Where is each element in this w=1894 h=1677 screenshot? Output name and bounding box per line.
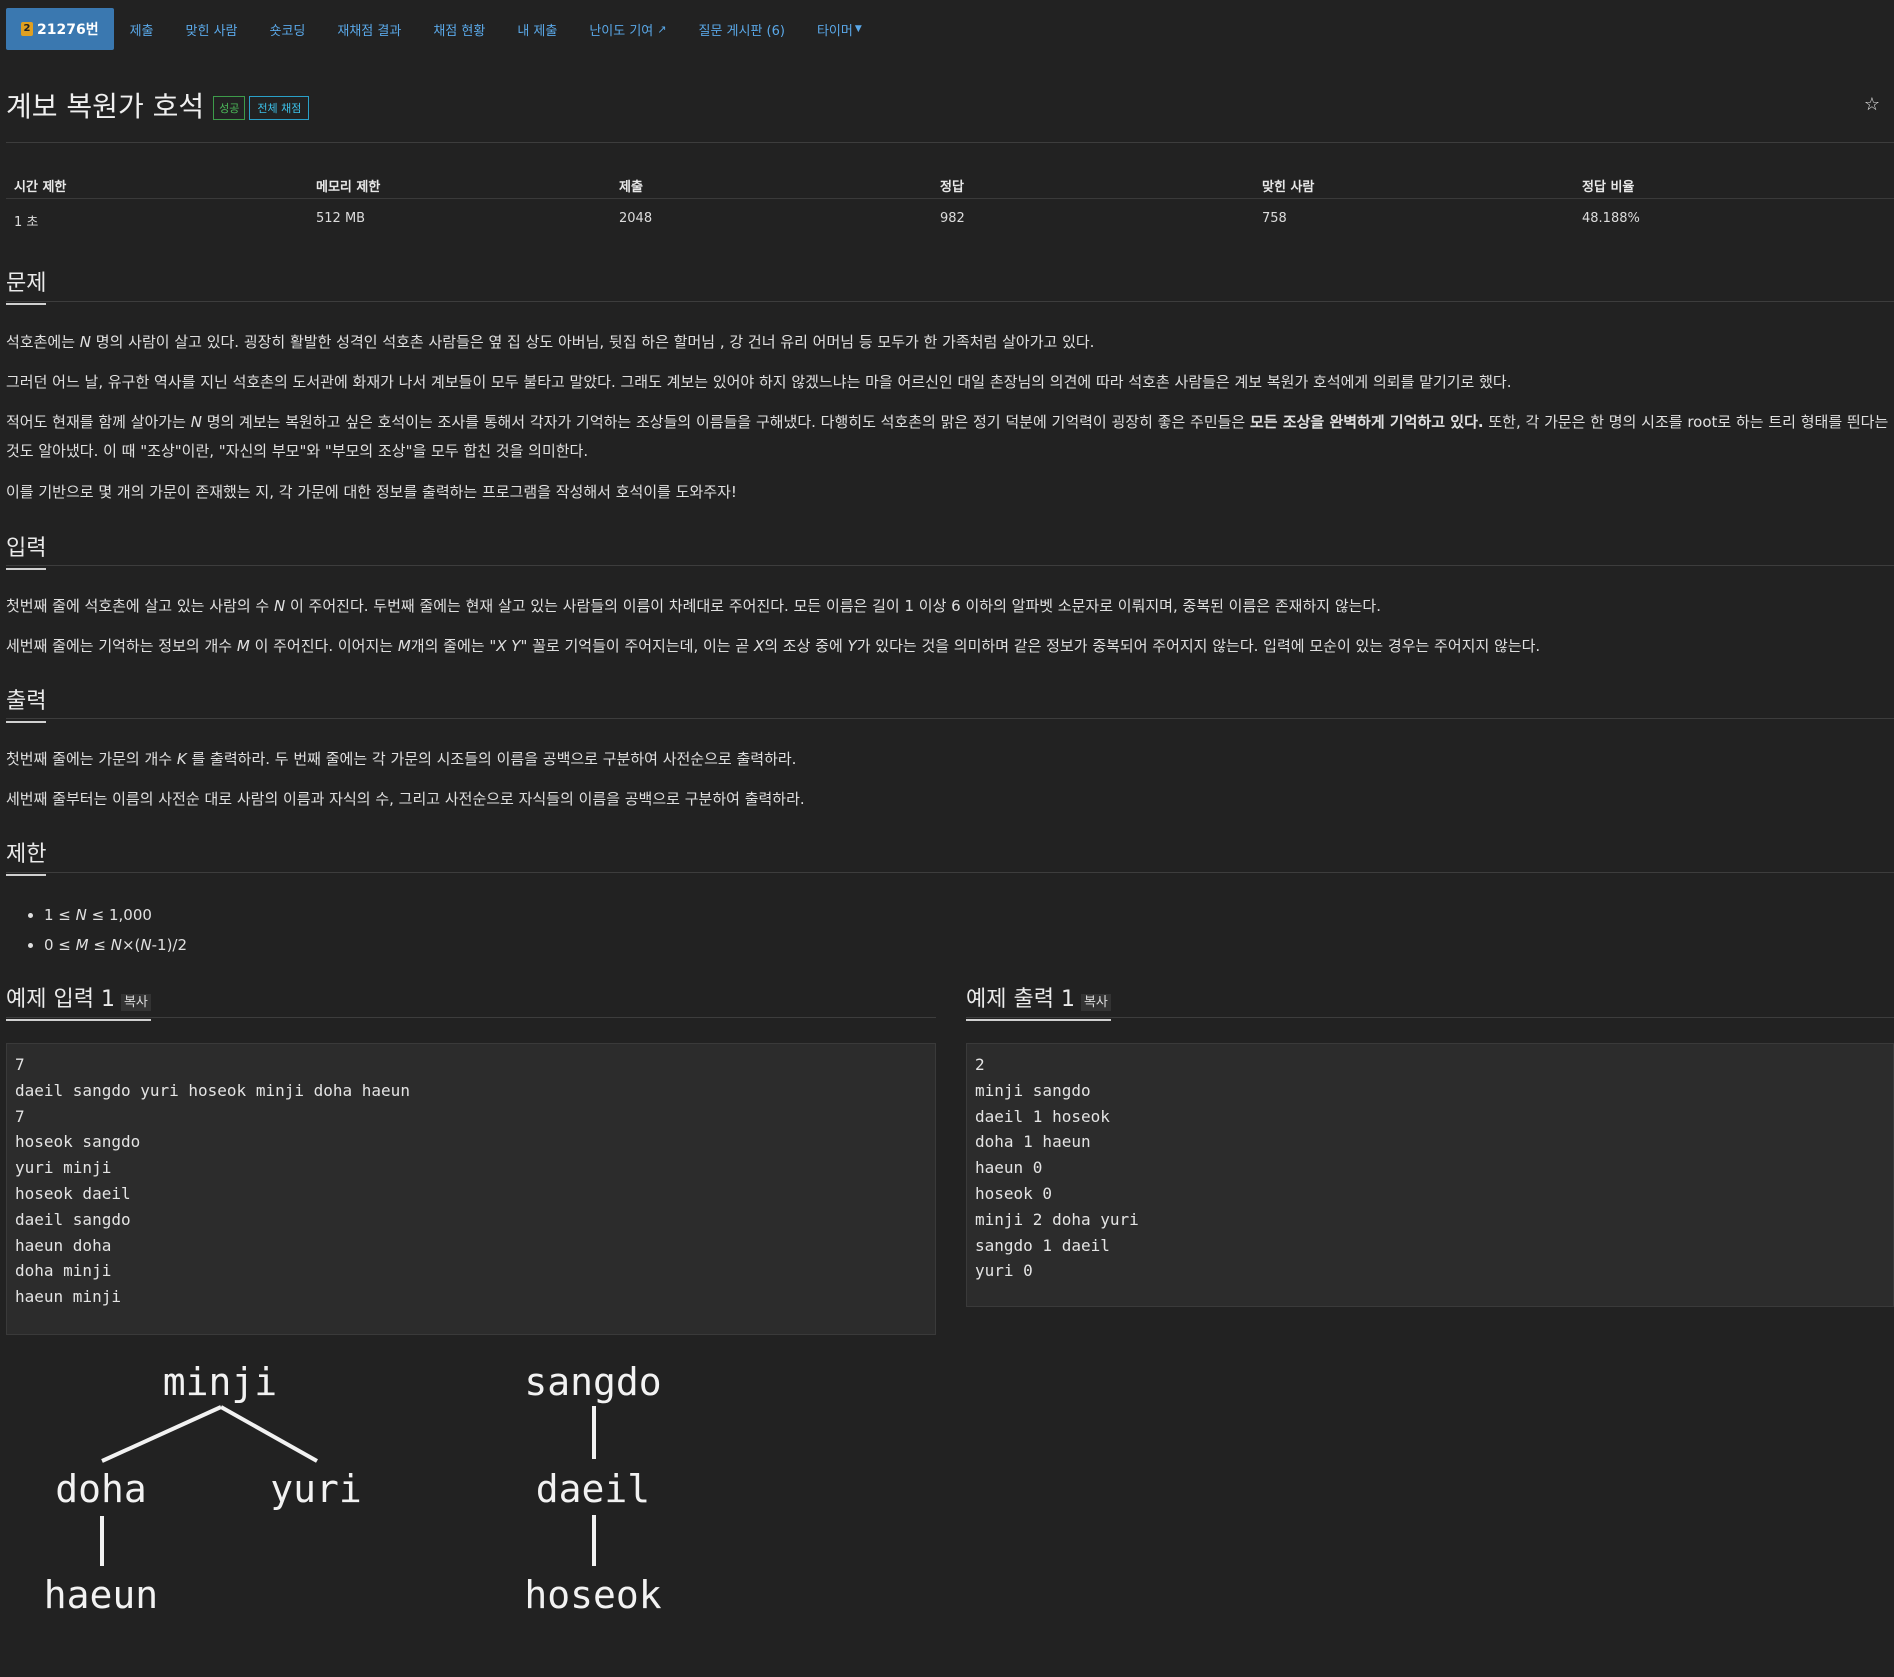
- value-ratio: 48.188%: [1582, 211, 1640, 226]
- section-heading-problem: 문제: [6, 265, 47, 305]
- problem-title-row: 계보 복원가 호석 성공 전체 채점: [6, 85, 310, 125]
- input-paragraph-1: 첫번째 줄에 석호촌에 살고 있는 사람의 수 N 이 주어진다. 두번째 줄에…: [6, 597, 1381, 615]
- value-time-limit: 1 초: [14, 215, 39, 230]
- tree-node-sangdo: sangdo: [524, 1360, 661, 1404]
- copy-sample-output-button[interactable]: 복사: [1080, 994, 1111, 1011]
- nav-rejudge-results[interactable]: 재채점 결과: [321, 8, 417, 50]
- sample-input-block[interactable]: 7 daeil sangdo yuri hoseok minji doha ha…: [6, 1043, 936, 1335]
- list-item: 1 ≤ N ≤ 1,000: [44, 900, 187, 930]
- section-heading-sample-input: 예제 입력 1 복사: [6, 981, 151, 1021]
- divider: [6, 872, 1894, 873]
- star-icon[interactable]: ☆: [1864, 94, 1880, 115]
- nav-difficulty-contrib[interactable]: 난이도 기여 ↗: [573, 8, 682, 50]
- tree-node-daeil: daeil: [536, 1467, 650, 1511]
- tree-node-minji: minji: [163, 1360, 277, 1404]
- tree-edge: [220, 1405, 318, 1463]
- problem-nav: 2 21276번 제출 맞힌 사람 숏코딩 재채점 결과 채점 현황 내 제출 …: [6, 8, 878, 50]
- tree-node-doha: doha: [55, 1467, 147, 1511]
- problem-paragraph-4: 이를 기반으로 몇 개의 가문이 존재했는 지, 각 가문에 대한 정보를 출력…: [6, 483, 737, 501]
- divider: [6, 142, 1894, 143]
- nav-difficulty-contrib-label: 난이도 기여: [589, 23, 654, 39]
- external-link-icon: ↗: [657, 22, 667, 36]
- problem-paragraph-3: 적어도 현재를 함께 살아가는 N 명의 계보는 복원하고 싶은 호석이는 조사…: [6, 413, 1889, 460]
- caret-down-icon: ▼: [854, 24, 862, 34]
- tree-node-haeun: haeun: [44, 1573, 158, 1617]
- page-title: 계보 복원가 호석: [6, 90, 205, 123]
- problem-info-table: 시간 제한 메모리 제한 제출 정답 맞힌 사람 정답 비율 1 초 512 M…: [6, 168, 1894, 233]
- input-paragraph-2: 세번째 줄에는 기억하는 정보의 개수 M 이 주어진다. 이어지는 M개의 줄…: [6, 637, 1541, 655]
- divider: [966, 1017, 1894, 1018]
- divider: [6, 718, 1894, 719]
- nav-solved-users[interactable]: 맞힌 사람: [170, 8, 254, 50]
- tree-edge: [101, 1405, 222, 1463]
- value-accepted: 982: [940, 211, 965, 226]
- header-accepted: 정답: [940, 180, 964, 195]
- nav-short-coding[interactable]: 숏코딩: [254, 8, 322, 50]
- nav-timer-label: 타이머: [816, 23, 853, 39]
- section-heading-input: 입력: [6, 530, 47, 570]
- status-badge-full-judge: 전체 채점: [249, 96, 310, 120]
- value-memory-limit: 512 MB: [316, 211, 366, 226]
- output-paragraph-1: 첫번째 줄에는 가문의 개수 K 를 출력하라. 두 번째 줄에는 각 가문의 …: [6, 750, 797, 768]
- header-time-limit: 시간 제한: [14, 180, 67, 195]
- nav-submit[interactable]: 제출: [114, 8, 170, 50]
- divider: [6, 565, 1894, 566]
- header-solved-users: 맞힌 사람: [1262, 180, 1315, 195]
- nav-status[interactable]: 채점 현황: [417, 8, 501, 50]
- problem-paragraph-1: 석호촌에는 N 명의 사람이 살고 있다. 굉장히 활발한 성격인 석호촌 사람…: [6, 333, 1095, 351]
- nav-problem-number[interactable]: 2 21276번: [6, 8, 114, 50]
- header-ratio: 정답 비율: [1582, 180, 1635, 195]
- tier-badge-icon: 2: [21, 22, 33, 36]
- tree-node-yuri: yuri: [270, 1467, 362, 1511]
- limits-list: 1 ≤ N ≤ 1,000 0 ≤ M ≤ N×(N-1)/2: [22, 900, 187, 960]
- section-heading-sample-output: 예제 출력 1 복사: [966, 981, 1111, 1021]
- nav-problem-number-label: 21276번: [37, 22, 99, 38]
- nav-timer-dropdown[interactable]: 타이머 ▼: [801, 8, 878, 50]
- value-solved-users: 758: [1262, 211, 1287, 226]
- copy-sample-input-button[interactable]: 복사: [120, 994, 151, 1011]
- header-submissions: 제출: [619, 180, 643, 195]
- sample-output-block[interactable]: 2 minji sangdo daeil 1 hoseok doha 1 hae…: [966, 1043, 1894, 1307]
- list-item: 0 ≤ M ≤ N×(N-1)/2: [44, 930, 187, 960]
- nav-my-submissions[interactable]: 내 제출: [501, 8, 573, 50]
- header-memory-limit: 메모리 제한: [316, 180, 381, 195]
- section-heading-output: 출력: [6, 683, 47, 723]
- table-header-row: 시간 제한 메모리 제한 제출 정답 맞힌 사람 정답 비율: [6, 168, 1894, 199]
- value-submissions: 2048: [619, 211, 653, 226]
- table-row: 1 초 512 MB 2048 982 758 48.188%: [6, 199, 1894, 233]
- output-paragraph-2: 세번째 줄부터는 이름의 사전순 대로 사람의 이름과 자식의 수, 그리고 사…: [6, 790, 805, 808]
- tree-node-hoseok: hoseok: [524, 1573, 661, 1617]
- problem-paragraph-2: 그러던 어느 날, 유구한 역사를 지닌 석호촌의 도서관에 화재가 나서 계보…: [6, 373, 1512, 391]
- divider: [6, 301, 1894, 302]
- divider: [6, 1017, 936, 1018]
- section-heading-limits: 제한: [6, 836, 47, 876]
- nav-question-board[interactable]: 질문 게시판 (6): [682, 8, 800, 50]
- family-tree-diagram: minji doha yuri haeun sangdo daeil hoseo…: [44, 1360, 662, 1617]
- status-badge-success: 성공: [213, 96, 246, 120]
